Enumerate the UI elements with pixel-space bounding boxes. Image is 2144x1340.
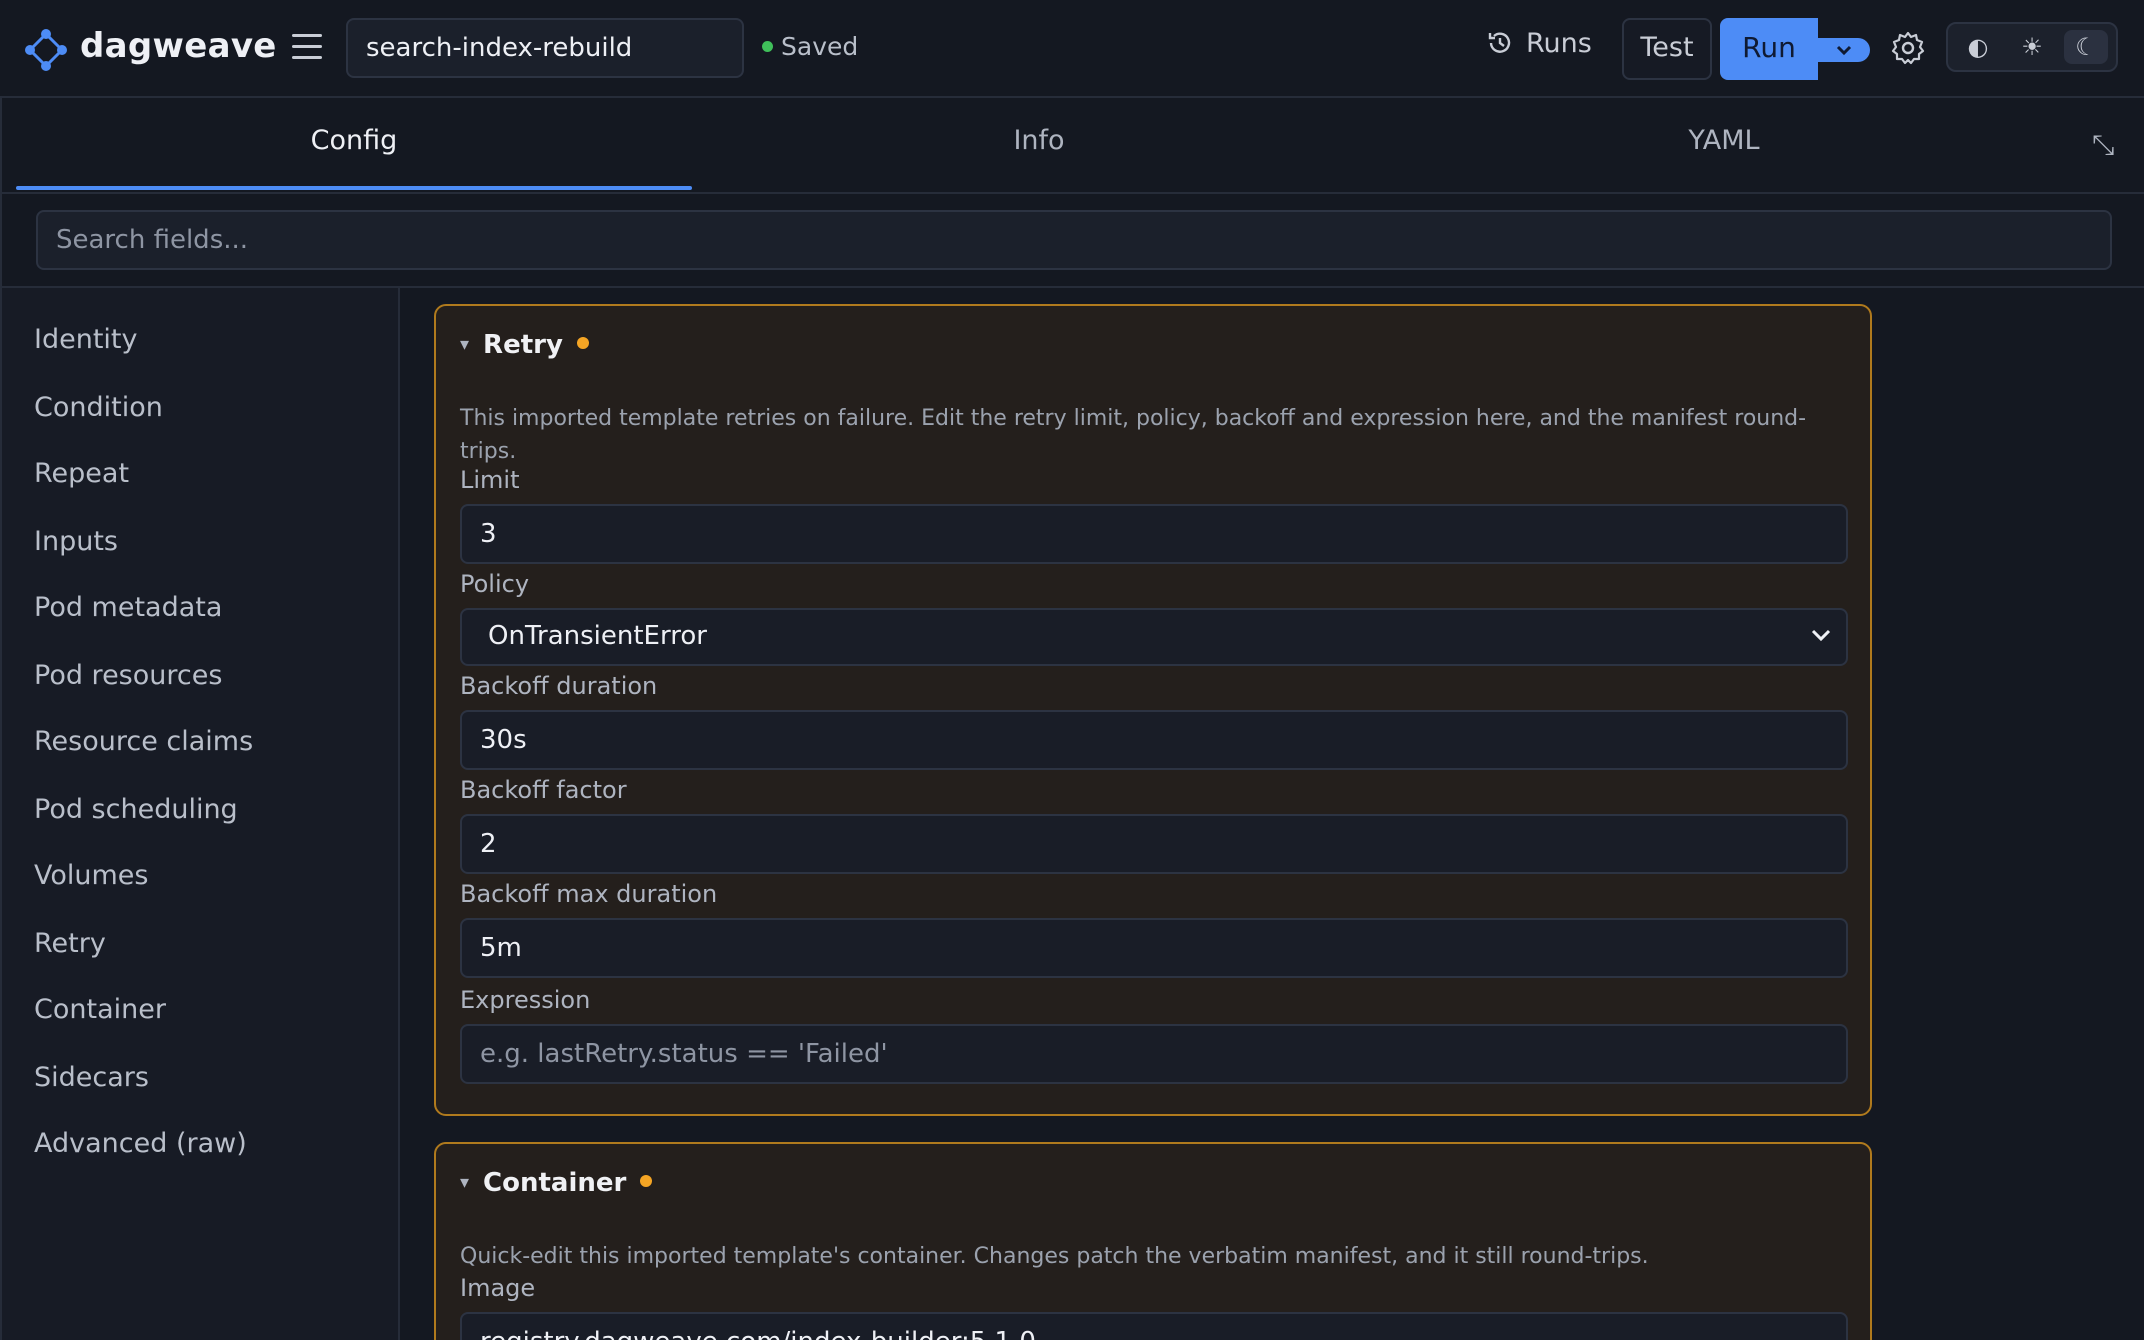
retry-section: ▾ Retry This imported template retries on… [434,304,1872,1116]
sidebar-item-inputs[interactable]: Inputs [34,526,118,557]
gear-icon[interactable] [1890,30,1926,66]
top-bar: dagweave Saved Runs Test Run ◐ ☀ ☾ [0,0,2144,98]
backoff-factor-input[interactable] [460,814,1848,874]
container-section: ▾ Container Quick-edit this imported temp… [434,1142,1872,1340]
backoff-duration-input[interactable] [460,710,1848,770]
modified-indicator [640,1174,653,1187]
tab-yaml[interactable]: YAML [1386,98,2062,192]
run-button[interactable]: Run [1720,18,1818,80]
config-form: ▾ Retry This imported template retries on… [400,288,2144,1340]
sidebar-item-pod-resources[interactable]: Pod resources [34,660,222,691]
save-status-label: Saved [781,32,859,61]
dagweave-logo-icon [25,29,67,71]
chevron-down-icon [1836,45,1852,56]
tab-info[interactable]: Info [692,98,1386,192]
run-options-button[interactable] [1818,38,1870,62]
sidebar-item-pod-metadata[interactable]: Pod metadata [34,592,222,623]
saved-status-dot [762,40,773,52]
runs-button-label: Runs [1526,28,1592,59]
save-status: Saved [762,32,858,61]
image-label: Image [460,1274,536,1302]
retry-expression-input[interactable] [460,1024,1848,1084]
backoff-max-duration-input[interactable] [460,918,1848,978]
backoff-max-duration-label: Backoff max duration [460,880,718,908]
retry-limit-input[interactable] [460,504,1848,564]
container-section-header[interactable]: ▾ Container [460,1168,653,1198]
theme-dark-button[interactable]: ☾ [2064,30,2108,64]
sidebar-item-container[interactable]: Container [34,994,166,1025]
sidebar-item-resource-claims[interactable]: Resource claims [34,726,253,757]
search-row [0,194,2144,288]
retry-policy-value: OnTransientError [488,621,707,651]
sidebar-item-identity[interactable]: Identity [34,324,137,355]
collapse-caret-icon: ▾ [460,334,470,355]
container-image-input[interactable] [460,1312,1848,1340]
collapse-panel-icon[interactable]: ⤡ [2092,128,2114,162]
policy-label: Policy [460,570,530,598]
backoff-duration-label: Backoff duration [460,672,658,700]
container-section-title: Container [483,1168,627,1198]
history-icon [1488,32,1511,53]
app-brand: dagweave [80,26,277,66]
retry-policy-select[interactable]: OnTransientError [460,608,1848,666]
expression-label: Expression [460,986,591,1014]
runs-button[interactable]: Runs [1486,28,1592,70]
sidebar-item-sidecars[interactable]: Sidecars [34,1062,149,1093]
menu-icon[interactable] [292,34,322,60]
sidebar-item-retry[interactable]: Retry [34,928,106,959]
sidebar-item-volumes[interactable]: Volumes [34,860,149,891]
limit-label: Limit [460,466,520,494]
tab-config[interactable]: Config [16,98,692,192]
retry-section-header[interactable]: ▾ Retry [460,330,589,360]
retry-description: This imported template retries on failur… [460,406,1807,464]
sidebar-item-advanced-raw[interactable]: Advanced (raw) [34,1128,247,1159]
sidebar-item-condition[interactable]: Condition [34,392,163,423]
panel-tabs: Config Info YAML [0,98,2144,194]
sidebar-item-pod-scheduling[interactable]: Pod scheduling [34,794,238,825]
section-sidebar: Identity Condition Repeat Inputs Pod met… [0,288,400,1340]
search-fields-input[interactable] [36,210,2112,270]
test-button[interactable]: Test [1622,18,1712,80]
theme-light-button[interactable]: ☀ [2010,30,2054,64]
collapse-caret-icon: ▾ [460,1172,470,1193]
backoff-factor-label: Backoff factor [460,776,627,804]
modified-indicator [576,336,589,349]
sidebar-item-repeat[interactable]: Repeat [34,458,129,489]
theme-auto-button[interactable]: ◐ [1956,30,2000,64]
active-tab-indicator [16,186,692,190]
theme-switcher: ◐ ☀ ☾ [1946,22,2118,72]
container-description: Quick-edit this imported template's cont… [460,1244,1649,1269]
chevron-down-icon [1811,629,1831,642]
workflow-name-input[interactable] [346,18,744,78]
retry-section-title: Retry [483,330,563,360]
